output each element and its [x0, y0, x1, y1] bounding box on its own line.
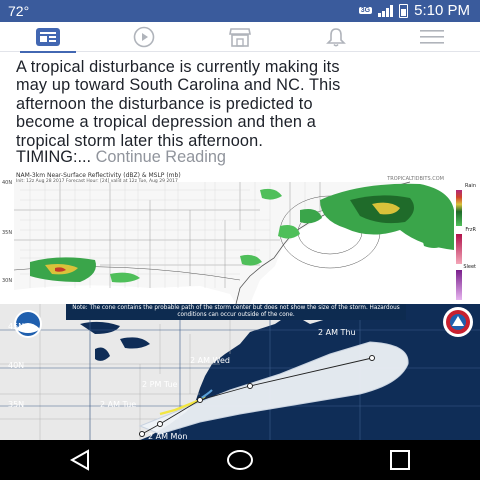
radar-subtitle: Init: 12z Aug 28 2017 Forecast Hour: [24… [16, 179, 178, 184]
status-bar: 72° 3G 5:10 PM [0, 0, 480, 22]
bell-icon [326, 27, 346, 47]
legend-label: FrzR [465, 227, 476, 233]
tab-marketplace[interactable] [192, 22, 288, 52]
lat-label: 40N [2, 180, 13, 186]
news-feed-icon [36, 27, 60, 46]
timing-label: TIMING:... [16, 148, 92, 166]
post-line: become a tropical depression and then a [16, 113, 317, 132]
temperature: 72° [8, 3, 30, 19]
forecast-point-label: 2 AM Wed [190, 356, 230, 365]
back-icon [69, 449, 89, 471]
post-line: A tropical disturbance is currently maki… [16, 58, 340, 76]
shop-icon [229, 27, 251, 47]
recents-icon [390, 450, 410, 470]
legend-label: Rain [465, 183, 476, 189]
post-line: may up toward South Carolina and NC. Thi… [16, 76, 341, 95]
lat-label: 40N [8, 361, 25, 370]
clock: 5:10 PM [414, 2, 470, 19]
radar-source: TROPICALTIDBITS.COM [387, 176, 444, 182]
android-nav-bar [0, 440, 480, 480]
back-button[interactable] [50, 440, 110, 480]
cone-disclaimer: Note: The cone contains the probable pat… [66, 304, 406, 320]
tab-notifications[interactable] [288, 22, 384, 52]
lat-label: 35N [2, 230, 13, 236]
forecast-point-label: 2 AM Tue [100, 400, 137, 409]
cone-map-graphic [0, 304, 480, 440]
tab-menu[interactable] [384, 22, 480, 52]
post-body: A tropical disturbance is currently maki… [16, 58, 472, 150]
radar-map-image[interactable]: NAM-3km Near-Surface Reflectivity (dBZ) … [0, 170, 480, 304]
signal-icon [378, 4, 394, 17]
recents-button[interactable] [370, 440, 430, 480]
post-line: afternoon the disturbance is predicted t… [16, 94, 313, 113]
tab-video[interactable] [96, 22, 192, 52]
tab-news-feed[interactable] [0, 22, 96, 53]
home-icon [227, 450, 253, 470]
home-button[interactable] [210, 440, 270, 480]
forecast-point-label: 2 PM Tue [142, 380, 178, 389]
network-type-badge: 3G [358, 7, 373, 14]
play-icon [133, 26, 155, 47]
tab-bar [0, 22, 480, 53]
hamburger-menu-icon [420, 29, 444, 44]
legend-label: Sleet [463, 264, 476, 270]
radar-title: NAM-3km Near-Surface Reflectivity (dBZ) … [16, 172, 181, 179]
timing-line: TIMING:... Continue Reading [16, 148, 226, 167]
forecast-point-label: 2 AM Mon [148, 432, 188, 440]
forecast-cone-map-image[interactable]: Note: The cone contains the probable pat… [0, 304, 480, 440]
radar-map-graphic [13, 181, 462, 304]
battery-icon [399, 3, 409, 18]
status-icons: 3G 5:10 PM [358, 2, 470, 19]
continue-reading-link[interactable]: Continue Reading [96, 148, 226, 166]
forecast-point-label: 2 AM Thu [318, 328, 356, 337]
lat-label: 35N [8, 400, 25, 409]
lat-label: 45N [8, 322, 25, 331]
lat-label: 30N [2, 278, 13, 284]
